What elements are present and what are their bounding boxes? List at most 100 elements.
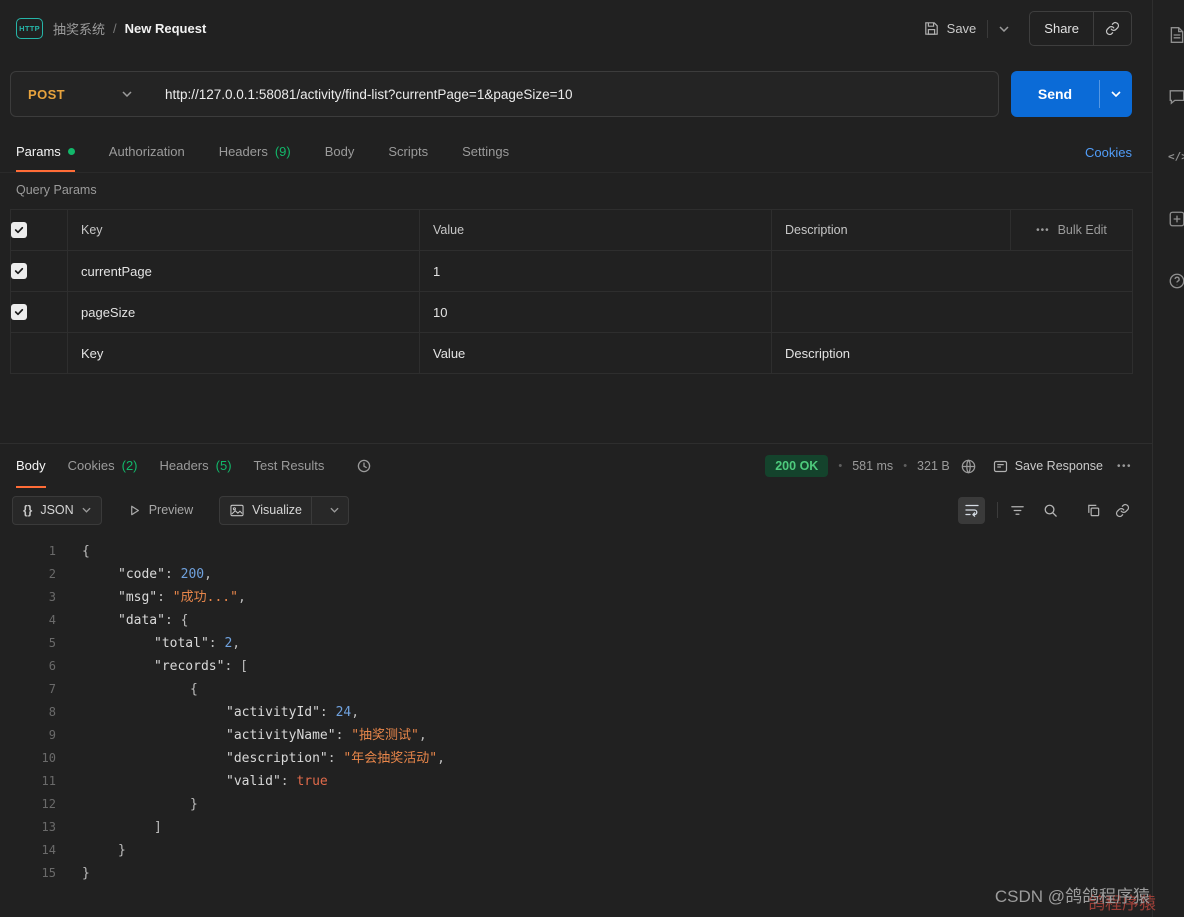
comments-icon[interactable] <box>1168 88 1184 106</box>
save-button[interactable]: Save <box>924 21 976 36</box>
column-header-value: Value <box>419 209 772 251</box>
param-description[interactable] <box>771 291 1133 333</box>
breadcrumb-workspace[interactable]: 抽奖系统 <box>53 19 105 38</box>
meta-separator-dot: • <box>838 460 843 472</box>
param-key-placeholder[interactable]: Key <box>67 332 420 374</box>
related-requests-icon[interactable] <box>1168 210 1184 228</box>
code-line: 6 "records": [ <box>0 655 1152 678</box>
code-snippet-icon[interactable]: </> <box>1168 150 1184 163</box>
line-number: 11 <box>41 774 56 788</box>
param-key[interactable]: currentPage <box>67 250 420 292</box>
params-active-dot <box>67 148 75 155</box>
tab-response-cookies[interactable]: Cookies (2) <box>68 444 138 488</box>
param-checkbox[interactable] <box>11 304 27 321</box>
tab-test-results[interactable]: Test Results <box>254 444 325 488</box>
line-number: 13 <box>41 820 56 834</box>
save-options-chevron-icon[interactable] <box>999 25 1009 32</box>
share-button[interactable]: Share <box>1029 11 1132 46</box>
help-icon[interactable] <box>1168 272 1184 290</box>
save-icon <box>924 21 939 36</box>
tab-params[interactable]: Params <box>16 133 75 172</box>
line-number: 2 <box>48 567 56 581</box>
network-globe-icon[interactable] <box>960 458 977 475</box>
save-response-label: Save Response <box>1014 459 1103 473</box>
documentation-icon[interactable] <box>1168 26 1184 44</box>
tab-response-cookies-label: Cookies <box>67 457 115 473</box>
param-value[interactable]: 1 <box>419 250 772 292</box>
query-params-table: Key Value Description ••• Bulk Edit curr… <box>10 209 1133 374</box>
visualize-button[interactable]: Visualize <box>219 495 349 525</box>
status-badge[interactable]: 200 OK <box>765 455 829 477</box>
tab-response-headers-label: Headers <box>159 457 209 473</box>
param-description[interactable] <box>771 250 1133 292</box>
method-label: POST <box>28 86 65 102</box>
response-time: 581 ms <box>852 459 894 473</box>
param-row: currentPage 1 <box>10 250 1133 292</box>
send-options-chevron-icon[interactable] <box>1100 91 1132 97</box>
code-line: 11 "valid": true <box>0 770 1152 793</box>
line-number: 10 <box>41 751 56 765</box>
bulk-edit-label: Bulk Edit <box>1057 223 1107 237</box>
tab-settings[interactable]: Settings <box>462 133 509 172</box>
param-description-placeholder[interactable]: Description <box>771 332 1133 374</box>
visualize-chevron-icon[interactable] <box>321 507 348 513</box>
tab-authorization[interactable]: Authorization <box>109 133 185 172</box>
search-icon[interactable] <box>1043 503 1058 518</box>
params-header-row: Key Value Description ••• Bulk Edit <box>10 209 1133 251</box>
url-container: POST <box>10 71 999 117</box>
toolbar-divider <box>997 502 998 518</box>
line-number: 9 <box>48 728 56 742</box>
main-pane: HTTP 抽奖系统 / New Request Save Share POST … <box>0 0 1152 885</box>
url-input[interactable] <box>149 86 998 102</box>
query-params-title: Query Params <box>16 183 97 197</box>
request-tabs: Params Authorization Headers (9) Body Sc… <box>0 133 1152 173</box>
more-options-icon[interactable]: ••• <box>1117 461 1132 472</box>
tab-response-headers[interactable]: Headers (5) <box>160 444 232 488</box>
select-all-checkbox[interactable] <box>11 222 27 238</box>
format-chevron-icon <box>82 507 91 513</box>
code-line: 2 "code": 200, <box>0 563 1152 586</box>
json-braces-icon: {} <box>23 503 33 517</box>
share-link-icon[interactable] <box>1094 21 1131 36</box>
history-icon[interactable] <box>356 458 372 474</box>
headers-count: (9) <box>274 144 291 159</box>
response-body-json[interactable]: 1{ 2 "code": 200, 3 "msg": "成功...", 4 "data… <box>0 532 1152 885</box>
response-cookies-count: (2) <box>121 457 138 473</box>
code-line: 10 "description": "年会抽奖活动", <box>0 747 1152 770</box>
copy-icon[interactable] <box>1086 503 1101 518</box>
wrap-text-icon[interactable] <box>958 496 985 524</box>
cookies-link[interactable]: Cookies <box>1085 145 1132 160</box>
line-number: 4 <box>48 613 56 627</box>
preview-button[interactable]: Preview <box>128 503 193 517</box>
tab-scripts[interactable]: Scripts <box>388 133 428 172</box>
http-request-icon: HTTP <box>16 18 43 39</box>
filter-icon[interactable] <box>1010 503 1025 518</box>
code-line: 3 "msg": "成功...", <box>0 586 1152 609</box>
line-number: 15 <box>41 866 56 880</box>
save-response-button[interactable]: Save Response <box>993 459 1103 474</box>
send-button[interactable]: Send <box>1011 71 1132 117</box>
bulk-edit-button[interactable]: ••• Bulk Edit <box>1019 223 1124 237</box>
line-number: 6 <box>48 659 56 673</box>
breadcrumb-separator: / <box>113 21 117 36</box>
param-key[interactable]: pageSize <box>67 291 420 333</box>
method-dropdown[interactable]: POST <box>11 87 149 102</box>
line-number: 7 <box>48 682 56 696</box>
param-value[interactable]: 10 <box>419 291 772 333</box>
code-line: 5 "total": 2, <box>0 632 1152 655</box>
request-title[interactable]: New Request <box>125 21 207 36</box>
param-checkbox[interactable] <box>11 263 27 280</box>
response-tabs-row: Body Cookies (2) Headers (5) Test Result… <box>0 444 1152 488</box>
tab-test-results-label: Test Results <box>253 457 325 473</box>
param-value-placeholder[interactable]: Value <box>419 332 772 374</box>
body-format-dropdown[interactable]: {} JSON <box>12 495 102 525</box>
response-size: 321 B <box>917 459 950 473</box>
visualize-divider <box>310 495 312 525</box>
tab-body[interactable]: Body <box>325 133 355 172</box>
tab-response-body[interactable]: Body <box>16 444 46 488</box>
right-sidebar: </> <box>1152 0 1184 917</box>
save-response-icon <box>993 459 1008 474</box>
tab-headers[interactable]: Headers (9) <box>219 133 291 172</box>
response-toolbar: {} JSON Preview Visualize <box>0 488 1152 532</box>
link-icon[interactable] <box>1115 503 1130 518</box>
